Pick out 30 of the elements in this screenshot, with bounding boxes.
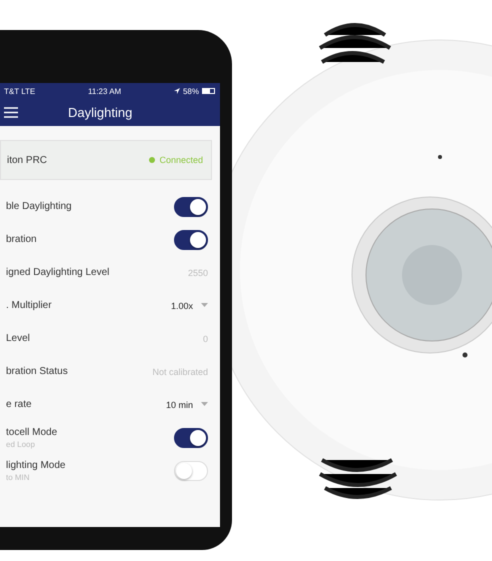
connection-status: Connected (159, 155, 203, 165)
setting-label: . Multiplier (6, 300, 52, 311)
setting-label: bration (6, 234, 37, 245)
toggle-switch[interactable] (174, 428, 208, 448)
menu-icon[interactable] (4, 106, 18, 118)
setting-label: lighting Mode (6, 460, 66, 470)
setting-label: e rate (6, 399, 32, 410)
setting-label: bration Status (6, 366, 68, 377)
dropdown[interactable]: 10 min (166, 400, 208, 410)
setting-value: 2550 (188, 268, 208, 278)
setting-value: Not calibrated (152, 366, 208, 376)
setting-label: tocell Mode (6, 426, 58, 438)
screen-title: Daylighting (68, 104, 132, 120)
caret-icon (201, 303, 208, 308)
clock: 11:23 AM (88, 86, 122, 96)
setting-label: igned Daylighting Level (6, 267, 110, 278)
carrier-label: T&T LTE (4, 86, 36, 96)
device-name: iton PRC (7, 154, 48, 166)
caret-icon (201, 402, 208, 407)
location-icon (174, 88, 180, 94)
setting-sublabel: to MIN (6, 472, 31, 482)
battery-icon (202, 88, 216, 94)
toggle-switch[interactable] (174, 230, 208, 250)
toggle-switch[interactable] (174, 196, 208, 216)
battery-percent: 58% (182, 86, 199, 96)
setting-sublabel: ed Loop (6, 440, 36, 448)
setting-label: Level (6, 333, 30, 344)
setting-label: ble Daylighting (6, 201, 72, 212)
setting-value: 0 (202, 334, 208, 344)
dropdown[interactable]: 1.00x (170, 300, 208, 310)
